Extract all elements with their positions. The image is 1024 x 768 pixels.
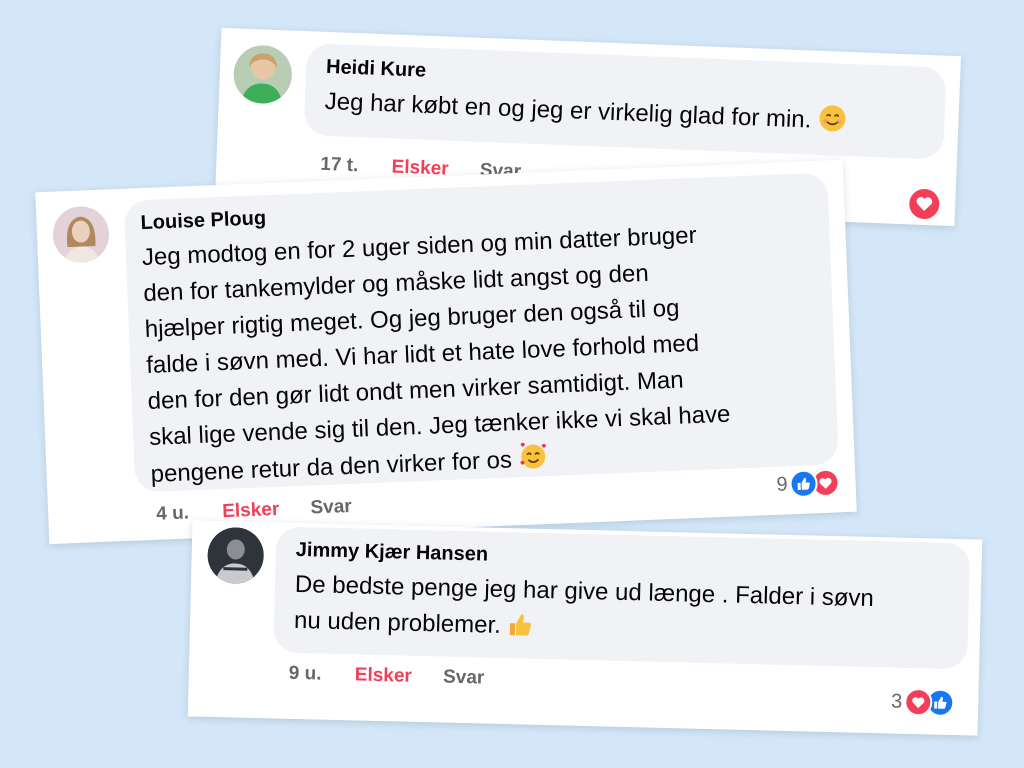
reaction-count: 9 [776,472,789,496]
comment-text: De bedste penge jeg har give ud længe . … [294,567,875,657]
comment-text: Jeg modtog en for 2 uger siden og min da… [141,213,831,497]
smiling-face-emoji [817,104,846,144]
reaction-summary[interactable]: 3 [890,687,955,718]
avatar[interactable] [206,526,265,585]
comment-timestamp[interactable]: 9 u. [289,663,322,685]
heart-icon [906,186,942,222]
comment-timestamp[interactable]: 17 t. [320,154,359,176]
heart-icon [903,687,933,717]
thumbs-up-emoji [507,611,534,649]
comment-card: Louise Ploug Jeg modtog en for 2 uger si… [35,159,857,545]
comment-author[interactable]: Jimmy Kjær Hansen [296,539,489,567]
smiling-face-with-hearts-emoji [518,440,550,482]
reply-button[interactable]: Svar [443,667,485,689]
avatar[interactable] [51,205,111,264]
comment-author[interactable]: Heidi Kure [326,56,427,83]
reaction-summary[interactable] [906,186,942,222]
avatar[interactable] [232,44,293,105]
comment-actions: 9 u. Elsker Svar [289,663,485,690]
reaction-summary[interactable]: 9 [776,468,841,499]
comment-line: nu uden problemer. [293,606,502,639]
reaction-count: 3 [890,690,903,713]
comment-card: Jimmy Kjær Hansen De bedste penge jeg ha… [187,520,983,736]
love-button[interactable]: Elsker [222,499,280,522]
reply-button[interactable]: Svar [310,496,352,519]
comment-timestamp[interactable]: 4 u. [156,502,190,524]
love-button[interactable]: Elsker [355,664,413,686]
like-icon [789,469,819,499]
